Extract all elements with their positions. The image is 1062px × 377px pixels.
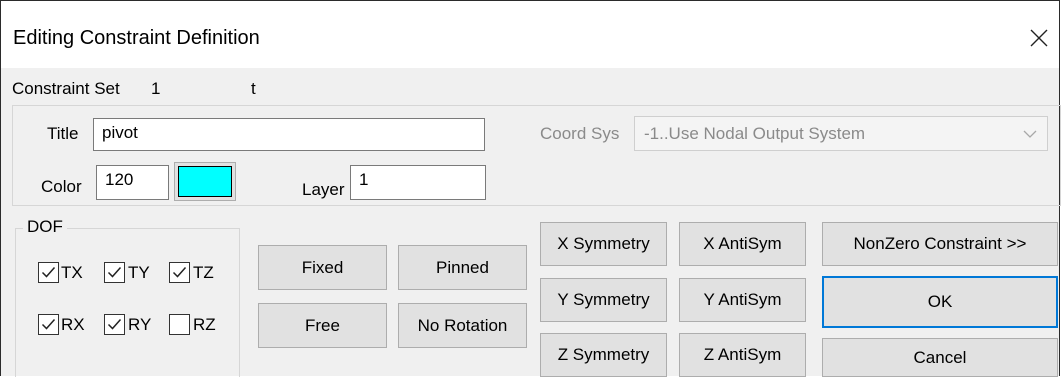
constraint-set-name: t (251, 79, 256, 98)
checkmark-icon (107, 267, 122, 278)
color-swatch (178, 166, 232, 197)
ok-button[interactable]: OK (822, 276, 1058, 328)
coord-sys-select[interactable]: -1..Use Nodal Output System (634, 116, 1048, 151)
tx-label: TX (61, 263, 83, 282)
color-swatch-button[interactable] (174, 162, 236, 201)
rz-label: RZ (193, 315, 216, 334)
ry-label: RY (128, 315, 152, 334)
nonzero-constraint-button[interactable]: NonZero Constraint >> (822, 222, 1058, 266)
ty-label: TY (128, 263, 150, 282)
coord-sys-value: -1..Use Nodal Output System (644, 124, 866, 143)
ry-checkbox[interactable] (104, 314, 125, 335)
layer-input[interactable]: 1 (350, 165, 486, 200)
constraint-set-id: 1 (151, 79, 161, 98)
checkmark-icon (172, 267, 187, 278)
x-symmetry-button[interactable]: X Symmetry (540, 222, 667, 266)
checkmark-icon (41, 267, 56, 278)
color-input[interactable]: 120 (96, 165, 169, 200)
coord-sys-label: Coord Sys (540, 124, 620, 143)
rx-label: RX (61, 315, 85, 334)
ty-checkbox[interactable] (104, 262, 125, 283)
pinned-button[interactable]: Pinned (398, 245, 527, 290)
title-input[interactable]: pivot (93, 118, 485, 151)
checkmark-icon (41, 319, 56, 330)
dof-group (15, 228, 240, 377)
y-antisym-button[interactable]: Y AntiSym (679, 278, 806, 322)
x-antisym-button[interactable]: X AntiSym (679, 222, 806, 266)
dof-group-label: DOF (23, 217, 67, 237)
cancel-button[interactable]: Cancel (822, 338, 1058, 377)
chevron-down-icon (1023, 130, 1037, 138)
y-symmetry-button[interactable]: Y Symmetry (540, 278, 667, 322)
constraint-set-label: Constraint Set (12, 79, 120, 98)
title-label: Title (47, 124, 79, 143)
fixed-button[interactable]: Fixed (258, 245, 387, 290)
no-rotation-button[interactable]: No Rotation (398, 303, 527, 348)
title-bar: Editing Constraint Definition (1, 1, 1059, 68)
constraint-dialog: Editing Constraint Definition Constraint… (0, 0, 1061, 377)
rx-checkbox[interactable] (38, 314, 59, 335)
checkmark-icon (107, 319, 122, 330)
z-symmetry-button[interactable]: Z Symmetry (540, 333, 667, 377)
z-antisym-button[interactable]: Z AntiSym (679, 333, 806, 377)
rz-checkbox[interactable] (169, 314, 190, 335)
color-label: Color (41, 177, 82, 196)
dialog-title: Editing Constraint Definition (13, 27, 260, 49)
free-button[interactable]: Free (258, 303, 387, 348)
layer-label: Layer (302, 180, 345, 199)
close-icon (1030, 29, 1048, 47)
tz-label: TZ (193, 263, 214, 282)
tz-checkbox[interactable] (169, 262, 190, 283)
tx-checkbox[interactable] (38, 262, 59, 283)
close-button[interactable] (1019, 21, 1059, 55)
